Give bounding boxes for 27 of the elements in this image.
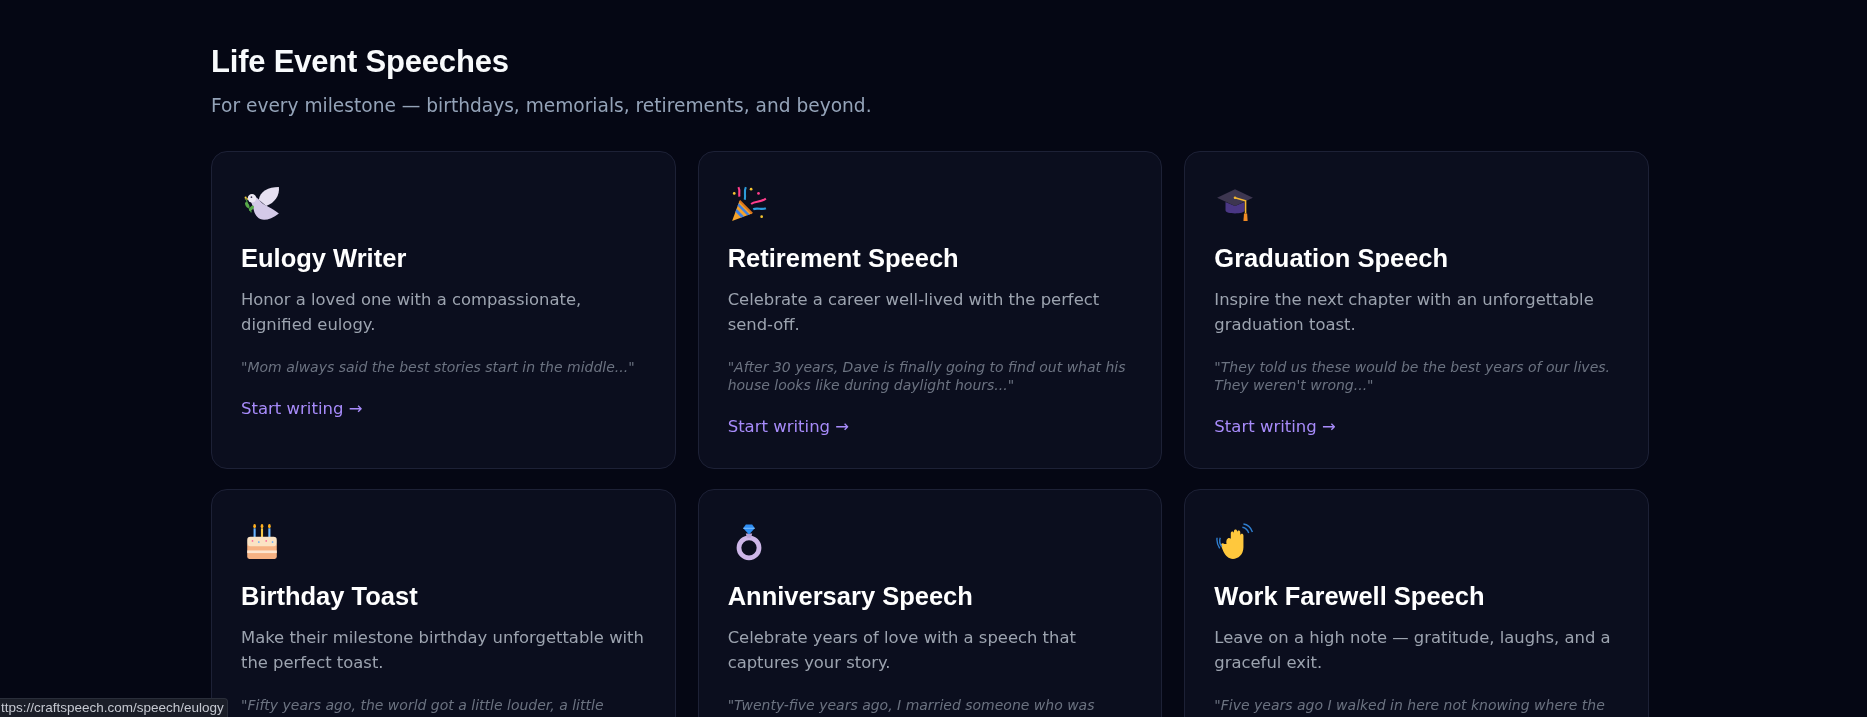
section-title: Life Event Speeches bbox=[211, 43, 510, 81]
card-title: Work Farewell Speech bbox=[1214, 581, 1485, 612]
card-description: Make their milestone birthday unforgettable with the perfect toast. bbox=[241, 627, 645, 674]
sample-quote: "Fifty years ago, the world got a little louder, a little bbox=[241, 696, 604, 714]
card-description: Inspire the next chapter with an unforgettable graduation toast. bbox=[1214, 289, 1595, 336]
link-url-status: ttps://craftspeech.com/speech/eulogy bbox=[0, 698, 228, 717]
start-writing-link[interactable]: Start writing → bbox=[1214, 415, 1336, 439]
start-writing-link[interactable]: Start writing → bbox=[241, 397, 363, 421]
card-description: Honor a loved one with a compassionate, dignified eulogy. bbox=[241, 289, 583, 336]
sample-quote: "Five years ago I walked in here not knowing where the bbox=[1214, 696, 1605, 714]
section-subtitle: For every milestone — birthdays, memorials, retirements, and beyond. bbox=[211, 94, 873, 118]
waving-hand-icon bbox=[1216, 523, 1255, 561]
sample-quote: "They told us these would be the best years of our lives. They weren't wrong..." bbox=[1214, 358, 1611, 394]
party-popper-icon bbox=[729, 185, 768, 223]
start-writing-link[interactable]: Start writing → bbox=[727, 415, 850, 439]
card-description: Leave on a high note — gratitude, laughs, and a graceful exit. bbox=[1214, 627, 1612, 674]
sample-quote: "Mom always said the best stories start in the middle..." bbox=[241, 358, 635, 376]
card-title: Anniversary Speech bbox=[727, 581, 973, 612]
card-title: Retirement Speech bbox=[727, 243, 959, 274]
card-title: Birthday Toast bbox=[241, 581, 418, 612]
card-title: Graduation Speech bbox=[1214, 243, 1449, 274]
dove-icon bbox=[243, 185, 281, 223]
card-description: Celebrate a career well-lived with the perfect send-off. bbox=[727, 289, 1101, 336]
card-description: Celebrate years of love with a speech that captures your story. bbox=[727, 627, 1077, 674]
card-title: Eulogy Writer bbox=[241, 243, 407, 274]
sample-quote: "After 30 years, Dave is finally going to find out what his house looks like during daylight hours..." bbox=[727, 358, 1127, 394]
sample-quote: "Twenty-five years ago, I married someone who was bbox=[727, 696, 1095, 714]
